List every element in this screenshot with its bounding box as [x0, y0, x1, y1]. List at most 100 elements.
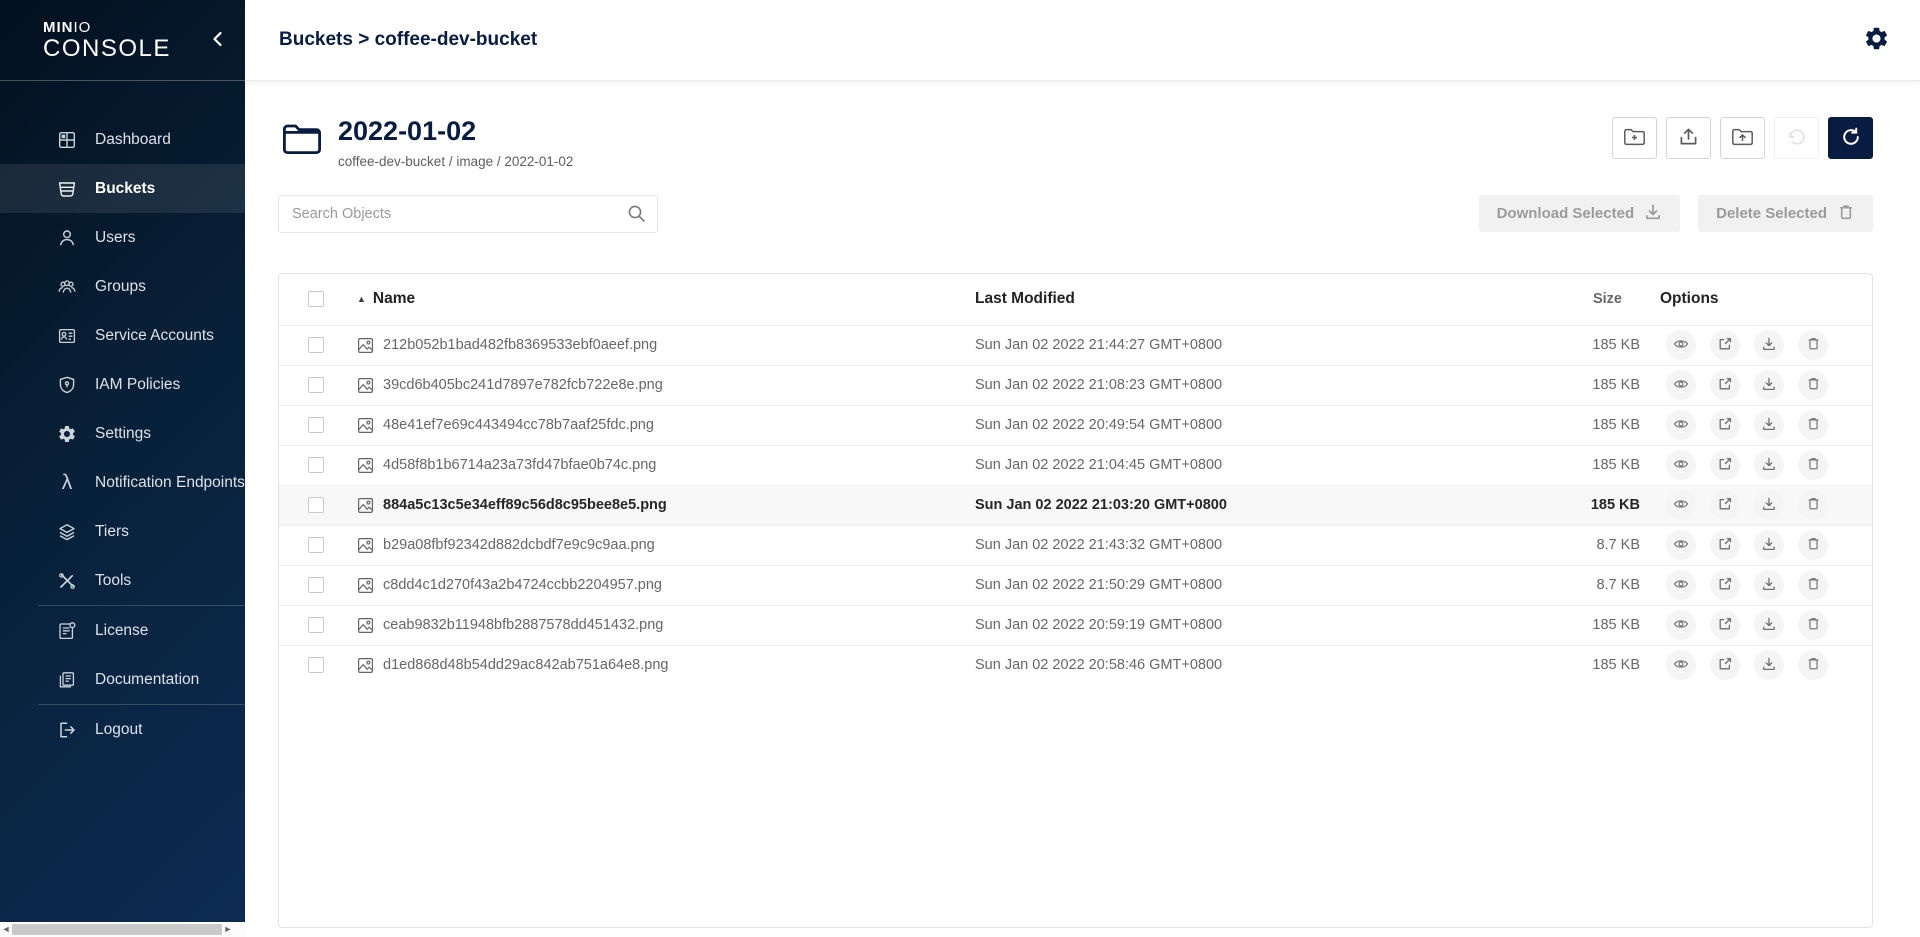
file-name[interactable]: 4d58f8b1b6714a23a73fd47bfae0b74c.png [383, 457, 656, 473]
refresh-button[interactable] [1828, 117, 1873, 159]
file-name[interactable]: 212b052b1bad482fb8369533ebf0aeef.png [383, 337, 657, 353]
table-row[interactable]: 48e41ef7e69c443494cc78b7aaf25fdc.png Sun… [279, 405, 1872, 445]
share-object-button[interactable] [1710, 570, 1740, 600]
download-object-button[interactable] [1754, 410, 1784, 440]
file-name[interactable]: 48e41ef7e69c443494cc78b7aaf25fdc.png [383, 417, 654, 433]
sidebar-item-service-accounts[interactable]: Service Accounts [0, 311, 245, 360]
sidebar-item-tiers[interactable]: Tiers [0, 507, 245, 556]
settings-gear-button[interactable] [1863, 25, 1890, 55]
share-object-button[interactable] [1710, 490, 1740, 520]
share-object-button[interactable] [1710, 450, 1740, 480]
sidebar-item-notification-endpoints[interactable]: λ Notification Endpoints [0, 458, 245, 507]
delete-object-button[interactable] [1798, 450, 1828, 480]
download-object-button[interactable] [1754, 570, 1784, 600]
search-input[interactable] [278, 195, 658, 233]
column-header-size[interactable]: Size [1455, 291, 1642, 307]
share-object-button[interactable] [1710, 530, 1740, 560]
preview-object-button[interactable] [1666, 490, 1696, 520]
sidebar-item-dashboard[interactable]: Dashboard [0, 115, 245, 164]
download-selected-button[interactable]: Download Selected [1479, 195, 1681, 232]
table-header: ▲ Name Last Modified Size Options [279, 274, 1872, 325]
sidebar: MINIO CONSOLE Dashboard Buckets Users [0, 0, 245, 937]
delete-object-button[interactable] [1798, 410, 1828, 440]
sidebar-item-users[interactable]: Users [0, 213, 245, 262]
preview-object-button[interactable] [1666, 330, 1696, 360]
row-checkbox[interactable] [308, 537, 324, 553]
table-row[interactable]: 39cd6b405bc241d7897e782fcb722e8e.png Sun… [279, 365, 1872, 405]
preview-object-button[interactable] [1666, 370, 1696, 400]
share-object-button[interactable] [1710, 610, 1740, 640]
delete-object-button[interactable] [1798, 530, 1828, 560]
table-row[interactable]: 884a5c13c5e34eff89c56d8c95bee8e5.png Sun… [279, 485, 1872, 525]
file-name[interactable]: ceab9832b11948bfb2887578dd451432.png [383, 617, 663, 633]
sidebar-item-license[interactable]: License [0, 606, 245, 655]
sidebar-item-groups[interactable]: Groups [0, 262, 245, 311]
file-name[interactable]: 39cd6b405bc241d7897e782fcb722e8e.png [383, 377, 663, 393]
sidebar-item-buckets[interactable]: Buckets [0, 164, 245, 213]
table-row[interactable]: 212b052b1bad482fb8369533ebf0aeef.png Sun… [279, 325, 1872, 365]
delete-selected-button[interactable]: Delete Selected [1698, 195, 1873, 232]
sidebar-collapse-button[interactable] [208, 27, 227, 54]
sidebar-item-settings[interactable]: Settings [0, 409, 245, 458]
delete-object-button[interactable] [1798, 330, 1828, 360]
new-path-button[interactable] [1612, 117, 1657, 159]
sidebar-item-tools[interactable]: Tools [0, 556, 245, 605]
row-checkbox[interactable] [308, 617, 324, 633]
row-checkbox[interactable] [308, 417, 324, 433]
download-object-button[interactable] [1754, 610, 1784, 640]
table-row[interactable]: ceab9832b11948bfb2887578dd451432.png Sun… [279, 605, 1872, 645]
column-header-name[interactable]: Name [373, 290, 415, 308]
share-object-button[interactable] [1710, 410, 1740, 440]
preview-object-button[interactable] [1666, 450, 1696, 480]
image-file-icon [357, 497, 374, 514]
scrollbar-thumb[interactable] [12, 924, 222, 935]
file-name[interactable]: 884a5c13c5e34eff89c56d8c95bee8e5.png [383, 497, 667, 513]
preview-object-button[interactable] [1666, 410, 1696, 440]
share-object-button[interactable] [1710, 370, 1740, 400]
scroll-right-arrow-icon[interactable]: ► [222, 922, 234, 937]
scroll-left-arrow-icon[interactable]: ◄ [0, 922, 12, 937]
preview-object-button[interactable] [1666, 570, 1696, 600]
download-object-button[interactable] [1754, 450, 1784, 480]
download-object-button[interactable] [1754, 330, 1784, 360]
column-header-last-modified[interactable]: Last Modified [975, 290, 1455, 308]
delete-object-button[interactable] [1798, 490, 1828, 520]
select-all-checkbox[interactable] [308, 291, 324, 307]
sidebar-item-logout[interactable]: Logout [0, 705, 245, 754]
sort-ascending-icon[interactable]: ▲ [357, 294, 366, 304]
upload-folder-button[interactable] [1720, 117, 1765, 159]
preview-object-button[interactable] [1666, 610, 1696, 640]
file-name[interactable]: c8dd4c1d270f43a2b4724ccbb2204957.png [383, 577, 662, 593]
table-row[interactable]: d1ed868d48b54dd29ac842ab751a64e8.png Sun… [279, 645, 1872, 685]
table-row[interactable]: 4d58f8b1b6714a23a73fd47bfae0b74c.png Sun… [279, 445, 1872, 485]
row-checkbox[interactable] [308, 577, 324, 593]
download-object-button[interactable] [1754, 650, 1784, 680]
delete-object-button[interactable] [1798, 370, 1828, 400]
row-checkbox[interactable] [308, 657, 324, 673]
row-checkbox[interactable] [308, 497, 324, 513]
upload-file-button[interactable] [1666, 117, 1711, 159]
download-object-button[interactable] [1754, 490, 1784, 520]
file-size: 185 KB [1455, 417, 1642, 433]
file-name[interactable]: d1ed868d48b54dd29ac842ab751a64e8.png [383, 657, 668, 673]
row-checkbox[interactable] [308, 377, 324, 393]
file-name[interactable]: b29a08fbf92342d882dcbdf7e9c9c9aa.png [383, 537, 655, 553]
sidebar-item-documentation[interactable]: Documentation [0, 655, 245, 704]
preview-object-button[interactable] [1666, 650, 1696, 680]
rewind-button[interactable] [1774, 117, 1819, 159]
image-file-icon [357, 417, 374, 434]
row-checkbox[interactable] [308, 457, 324, 473]
download-object-button[interactable] [1754, 370, 1784, 400]
sidebar-item-iam-policies[interactable]: IAM Policies [0, 360, 245, 409]
delete-object-button[interactable] [1798, 650, 1828, 680]
preview-object-button[interactable] [1666, 530, 1696, 560]
delete-object-button[interactable] [1798, 570, 1828, 600]
horizontal-scrollbar[interactable]: ◄ ► [0, 922, 245, 937]
share-object-button[interactable] [1710, 330, 1740, 360]
table-row[interactable]: b29a08fbf92342d882dcbdf7e9c9c9aa.png Sun… [279, 525, 1872, 565]
share-object-button[interactable] [1710, 650, 1740, 680]
download-object-button[interactable] [1754, 530, 1784, 560]
table-row[interactable]: c8dd4c1d270f43a2b4724ccbb2204957.png Sun… [279, 565, 1872, 605]
row-checkbox[interactable] [308, 337, 324, 353]
delete-object-button[interactable] [1798, 610, 1828, 640]
